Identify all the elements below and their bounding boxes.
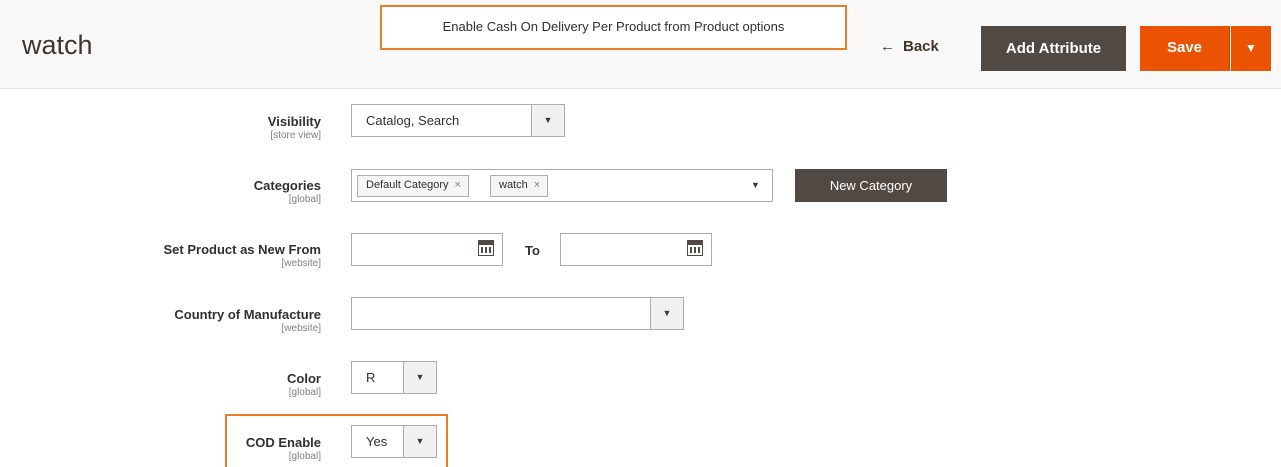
to-label: To [525,243,540,258]
new-category-button[interactable]: New Category [795,169,947,202]
back-label: Back [903,38,939,55]
category-tag: watch × [490,175,549,197]
add-attribute-button[interactable]: Add Attribute [981,26,1126,71]
visibility-label: Visibility [267,114,321,129]
color-select[interactable]: R ▼ [351,361,437,394]
cod-enable-scope: [global] [288,451,321,462]
calendar-icon[interactable] [478,240,494,256]
cod-enable-label: COD Enable [245,435,321,450]
new-from-label: Set Product as New From [163,242,321,257]
visibility-scope: [store view] [270,130,321,141]
visibility-select[interactable]: Catalog, Search ▼ [351,104,565,137]
country-label: Country of Manufacture [174,307,321,322]
chevron-down-icon: ▼ [403,426,436,457]
back-arrow-icon: ← [880,38,895,55]
page-title: watch [22,30,93,60]
country-select[interactable]: ▼ [351,297,684,330]
categories-label: Categories [253,178,321,193]
category-tag: Default Category × [357,175,469,197]
categories-multiselect[interactable]: Default Category × watch × ▼ [351,169,773,202]
new-from-date-input[interactable] [351,233,503,266]
annotation-callout: Enable Cash On Delivery Per Product from… [380,5,847,50]
remove-tag-icon[interactable]: × [455,179,461,191]
chevron-down-icon: ▼ [403,362,436,393]
cod-enable-value: Yes [366,434,388,449]
back-button[interactable]: ← Back [880,38,939,55]
chevron-down-icon: ▼ [531,105,564,136]
cod-enable-select[interactable]: Yes ▼ [351,425,437,458]
remove-tag-icon[interactable]: × [534,179,540,191]
save-button[interactable]: Save [1140,26,1230,71]
color-value: R [366,370,376,385]
country-scope: [website] [281,323,321,334]
new-from-scope: [website] [281,258,321,269]
chevron-down-icon: ▼ [1245,41,1257,55]
category-tag-label: Default Category [366,179,449,191]
save-options-toggle[interactable]: ▼ [1231,26,1271,71]
category-tag-label: watch [499,179,528,191]
new-to-date-input[interactable] [560,233,712,266]
categories-scope: [global] [288,194,321,205]
chevron-down-icon[interactable]: ▼ [739,170,772,201]
visibility-value: Catalog, Search [366,113,460,128]
chevron-down-icon: ▼ [650,298,683,329]
color-scope: [global] [288,387,321,398]
calendar-icon[interactable] [687,240,703,256]
color-label: Color [287,371,321,386]
